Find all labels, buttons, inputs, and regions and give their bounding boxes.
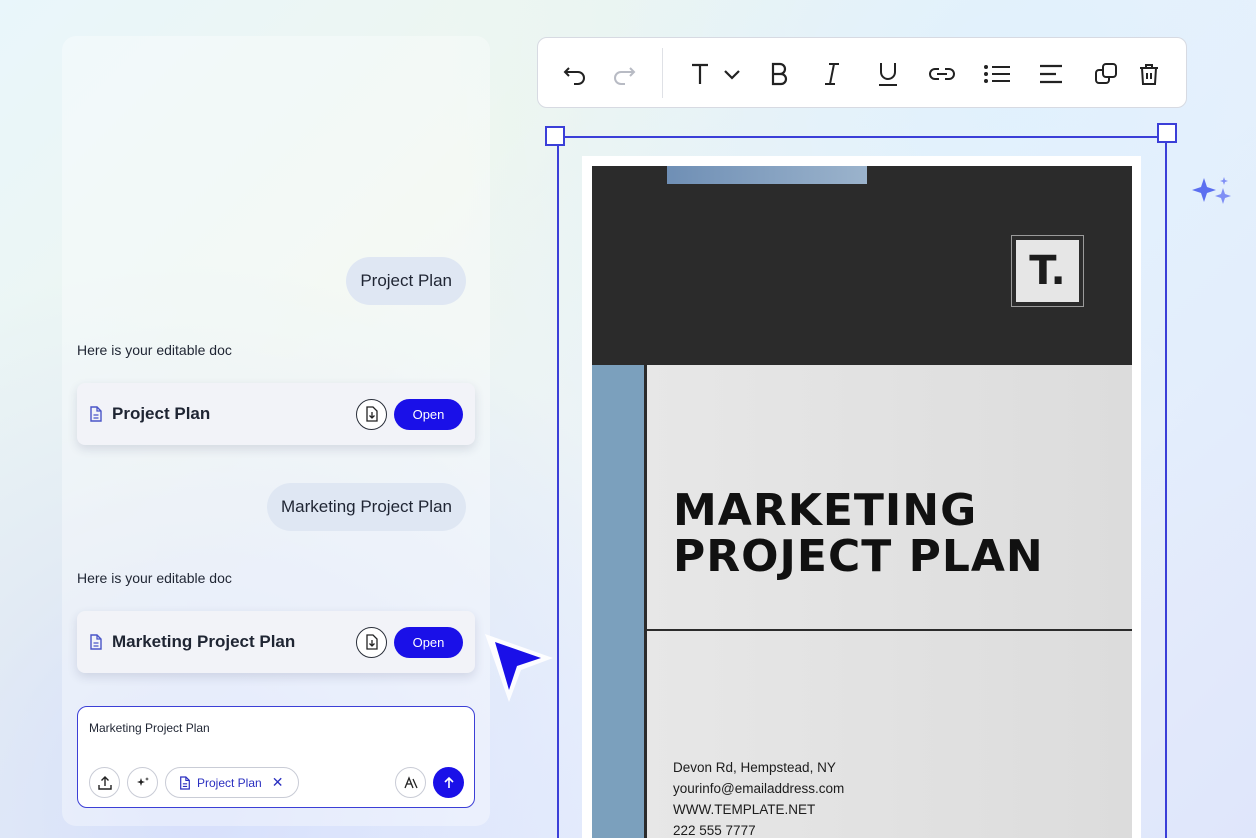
sparkle-icon	[1192, 177, 1231, 204]
document-icon	[89, 634, 103, 650]
assistant-message: Here is your editable doc	[77, 342, 232, 358]
selection-frame	[557, 136, 1167, 838]
download-button[interactable]	[356, 626, 387, 658]
bold-icon[interactable]	[764, 60, 794, 88]
undo-icon[interactable]	[560, 60, 590, 88]
bullet-list-icon[interactable]	[982, 60, 1012, 88]
download-icon	[365, 634, 378, 650]
document-icon	[89, 406, 103, 422]
ai-enhance-button[interactable]	[127, 767, 158, 798]
text-style-icon[interactable]	[684, 60, 748, 88]
send-button[interactable]	[433, 767, 464, 798]
link-icon[interactable]	[927, 60, 957, 88]
doc-card-title: Marketing Project Plan	[112, 632, 296, 651]
align-left-icon[interactable]	[1036, 60, 1066, 88]
toolbar-divider	[662, 48, 663, 98]
open-button[interactable]: Open	[394, 398, 463, 430]
editor-toolbar	[537, 37, 1187, 108]
underline-icon[interactable]	[873, 60, 903, 88]
assistant-message: Here is your editable doc	[77, 570, 232, 586]
download-icon	[365, 406, 378, 422]
sparkle-icon	[136, 776, 149, 786]
pointer-cursor-icon	[485, 634, 553, 702]
resize-handle[interactable]	[545, 126, 565, 146]
delete-icon[interactable]	[1134, 60, 1164, 88]
message-composer[interactable]: Marketing Project Plan Project Plan ✕	[77, 706, 475, 808]
open-button[interactable]: Open	[394, 626, 463, 658]
arrow-up-icon	[443, 776, 454, 788]
attached-doc-chip[interactable]: Project Plan ✕	[165, 767, 299, 798]
chip-label: Project Plan	[197, 775, 262, 790]
document-icon	[180, 775, 190, 790]
duplicate-icon[interactable]	[1091, 60, 1121, 88]
doc-card-title: Project Plan	[112, 404, 211, 423]
resize-handle[interactable]	[1157, 123, 1177, 143]
composer-input[interactable]: Marketing Project Plan	[89, 721, 210, 735]
user-message: Marketing Project Plan	[266, 483, 466, 531]
download-button[interactable]	[356, 398, 387, 430]
user-message: Project Plan	[346, 257, 466, 305]
doc-card[interactable]: Project Plan Open	[77, 383, 475, 445]
upload-button[interactable]	[89, 767, 120, 798]
italic-icon[interactable]	[817, 60, 847, 88]
template-button[interactable]	[395, 767, 426, 798]
chat-panel: Project Plan Here is your editable doc P…	[62, 36, 490, 826]
close-icon[interactable]: ✕	[272, 774, 284, 791]
doc-card[interactable]: Marketing Project Plan Open	[77, 611, 475, 673]
upload-icon	[97, 775, 112, 790]
redo-icon[interactable]	[609, 60, 639, 88]
template-icon	[403, 775, 418, 788]
